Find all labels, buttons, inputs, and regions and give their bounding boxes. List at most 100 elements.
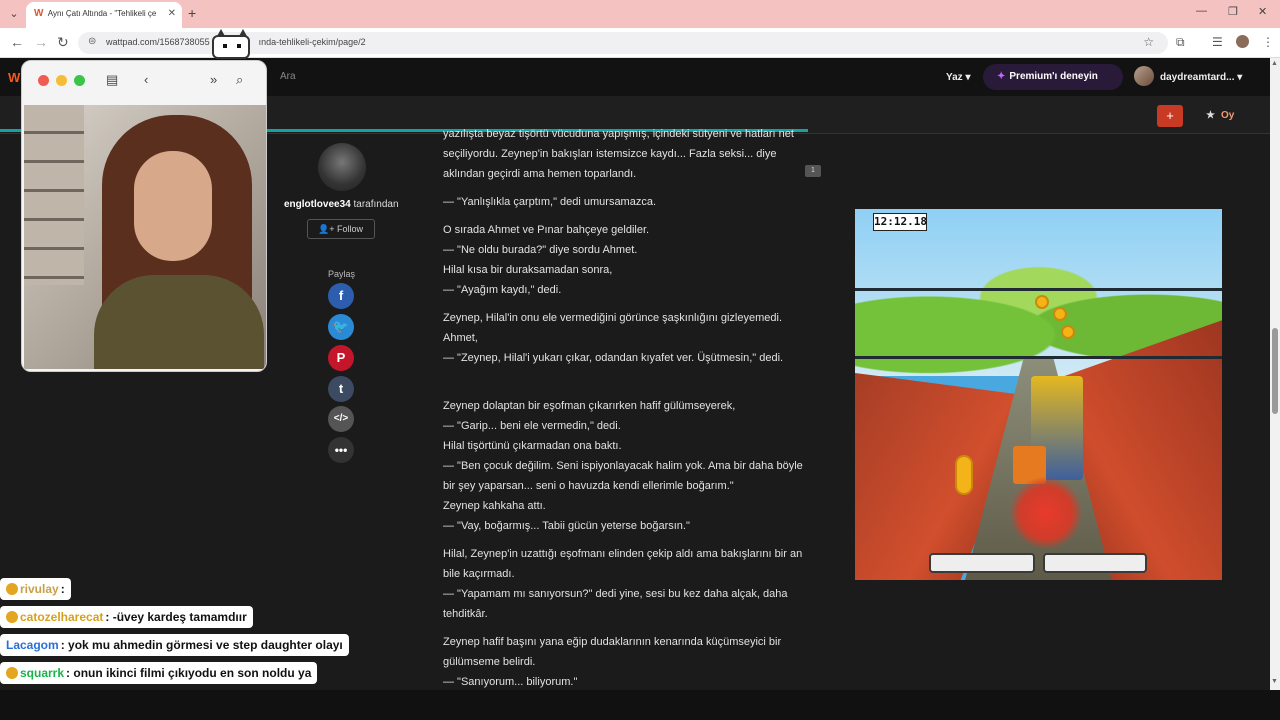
username-label: daydreamtard... <box>1160 72 1235 83</box>
webcam-shelf <box>24 105 84 285</box>
url-text-end: ında-tehlikeli-çekim/page/2 <box>258 37 366 47</box>
embed-share-icon[interactable]: </> <box>328 406 354 432</box>
vote-label: Oy <box>1220 110 1235 121</box>
chat-message: rivulay: <box>0 578 71 600</box>
by-suffix: tarafından <box>353 199 399 210</box>
reload-icon[interactable]: ↻ <box>57 34 69 51</box>
pip-back-icon[interactable]: ‹ <box>144 72 148 87</box>
story-paragraph: Zeynep, Hilal'in onu ele vermediğini gör… <box>443 308 803 368</box>
profile-icon[interactable] <box>1236 35 1249 48</box>
author-byline: englotlovee34 tarafından <box>284 199 399 210</box>
author-name[interactable]: englotlovee34 <box>284 199 351 210</box>
story-line: O sırada Ahmet ve Pınar bahçeye geldiler… <box>443 224 650 236</box>
cat-eye <box>237 44 241 48</box>
follow-button[interactable]: 👤+ Follow <box>307 219 375 239</box>
window-close-icon[interactable]: ✕ <box>1258 5 1267 18</box>
game-powerup-bar <box>929 553 1035 573</box>
vote-button[interactable]: ★ Oy <box>1206 110 1234 121</box>
forward-icon[interactable]: → <box>34 34 48 50</box>
share-label: Paylaş <box>328 269 356 279</box>
more-share-icon[interactable]: ••• <box>328 437 354 463</box>
story-paragraph: O sırada Ahmet ve Pınar bahçeye geldiler… <box>443 220 803 300</box>
story-line: — "Yapamam mı sanıyorsun?" dedi yine, se… <box>443 588 788 620</box>
story-line: — "Zeynep, Hilal'i yukarı çıkar, odandan… <box>443 352 784 364</box>
story-paragraph: Zeynep dolaptan bir eşofman çıkarırken h… <box>443 396 803 536</box>
screen: ⌄ W Aynı Çatı Altında - "Tehlikeli çe ✕ … <box>0 0 1280 720</box>
author-avatar[interactable] <box>318 143 366 191</box>
pip-zoom-icon[interactable] <box>74 75 85 86</box>
add-to-list-button[interactable]: + <box>1157 105 1183 127</box>
extensions-icon[interactable]: ⧉ <box>1176 35 1185 50</box>
story-line: yazılışta beyaz tişörtü vücuduna yapışmı… <box>443 128 794 180</box>
user-menu[interactable]: daydreamtard... ▾ <box>1160 72 1242 83</box>
story-paragraph: Hilal, Zeynep'in uzattığı eşofmanı elind… <box>443 544 803 624</box>
story-line: — "Ne oldu burada?" diye sordu Ahmet. <box>443 244 638 256</box>
cat-eye <box>223 44 227 48</box>
premium-button[interactable]: ✦ Premium'ı deneyin <box>983 64 1123 90</box>
story-line: — "Yanlışlıkla çarptım," dedi umursamazc… <box>443 196 657 208</box>
story-line: Hilal, Zeynep'in uzattığı eşofmanı elind… <box>443 548 803 580</box>
chat-text: : onun ikinci filmi çıkıyodu en son nold… <box>66 666 312 680</box>
chat-text: : <box>60 582 65 596</box>
chat-badge-icon <box>6 583 18 595</box>
pip-close-icon[interactable] <box>38 75 49 86</box>
chat-nickname: squarrk <box>20 666 65 680</box>
chat-badge-icon <box>6 667 18 679</box>
tab-search-icon[interactable]: ⌄ <box>6 6 22 22</box>
search-link[interactable]: Ara <box>280 71 296 82</box>
wattpad-logo-icon[interactable]: W <box>8 70 20 85</box>
game-wire <box>855 356 1222 359</box>
pip-forward-icon[interactable]: » <box>210 72 217 87</box>
game-coin-icon <box>1053 307 1067 321</box>
story-line: Zeynep kahkaha attı. <box>443 500 546 512</box>
new-tab-icon[interactable]: + <box>188 5 196 21</box>
premium-label: Premium'ı deneyin <box>1009 71 1098 82</box>
tab-close-icon[interactable]: ✕ <box>168 8 176 19</box>
star-icon: ★ <box>1206 110 1215 121</box>
game-coin-icon <box>1061 325 1075 339</box>
chat-text: : -üvey kardeş tamamdıır <box>105 610 247 624</box>
user-avatar[interactable] <box>1134 66 1154 86</box>
write-label: Yaz <box>946 72 963 83</box>
chat-nickname: rivulay <box>20 582 59 596</box>
scrollbar-thumb[interactable] <box>1272 328 1278 414</box>
page-scrollbar[interactable]: ▲ ▼ <box>1270 58 1280 690</box>
site-info-icon[interactable]: ⊜ <box>88 36 96 47</box>
pip-minimize-icon[interactable] <box>56 75 67 86</box>
browser-tab[interactable]: W Aynı Çatı Altında - "Tehlikeli çe ✕ <box>26 2 182 28</box>
tab-title: Aynı Çatı Altında - "Tehlikeli çe <box>47 9 157 18</box>
cat-body <box>212 35 250 59</box>
pip-window: ▤ ‹ » ⌕ <box>21 60 267 372</box>
reading-list-icon[interactable]: ☰ <box>1212 35 1223 49</box>
chat-nickname: catozelharecat <box>20 610 104 624</box>
bookmark-star-icon[interactable]: ☆ <box>1143 35 1154 49</box>
inline-comment-icon[interactable]: 1 <box>805 165 821 177</box>
write-menu[interactable]: Yaz ▾ <box>946 72 971 83</box>
browser-menu-icon[interactable]: ⋮ <box>1262 35 1274 49</box>
tumblr-share-icon[interactable]: t <box>328 376 354 402</box>
game-wire <box>855 288 1222 291</box>
game-splash <box>1009 476 1083 551</box>
story-line: Zeynep hafif başını yana eğip dudakların… <box>443 636 782 668</box>
pinterest-share-icon[interactable]: P <box>328 345 354 371</box>
sidebar-toggle-icon[interactable]: ▤ <box>106 72 118 88</box>
wattpad-favicon-icon: W <box>34 8 44 19</box>
url-text-start: wattpad.com/1568738055 <box>106 37 210 47</box>
back-icon[interactable]: ← <box>10 34 24 50</box>
webcam-feed <box>24 105 266 369</box>
story-line: — "Vay, boğarmış... Tabii gücün yeterse … <box>443 520 690 532</box>
scroll-up-icon[interactable]: ▲ <box>1271 60 1278 67</box>
game-timer: 12:12.18 <box>873 213 927 231</box>
minimize-icon[interactable]: — <box>1196 5 1207 17</box>
twitter-share-icon[interactable]: 🐦 <box>328 314 354 340</box>
premium-spark-icon: ✦ <box>997 71 1006 82</box>
facebook-share-icon[interactable]: f <box>328 283 354 309</box>
story-paragraph: — "Yanlışlıkla çarptım," dedi umursamazc… <box>443 192 803 212</box>
pip-search-icon[interactable]: ⌕ <box>236 72 243 88</box>
bottom-strip <box>0 690 1280 720</box>
maximize-icon[interactable]: ❐ <box>1228 5 1238 18</box>
game-coin-icon <box>955 455 973 495</box>
story-line: — "Garip... beni ele vermedin," dedi. <box>443 420 621 432</box>
scroll-down-icon[interactable]: ▼ <box>1271 678 1278 685</box>
story-line: — "Sanıyorum... biliyorum." <box>443 676 578 688</box>
